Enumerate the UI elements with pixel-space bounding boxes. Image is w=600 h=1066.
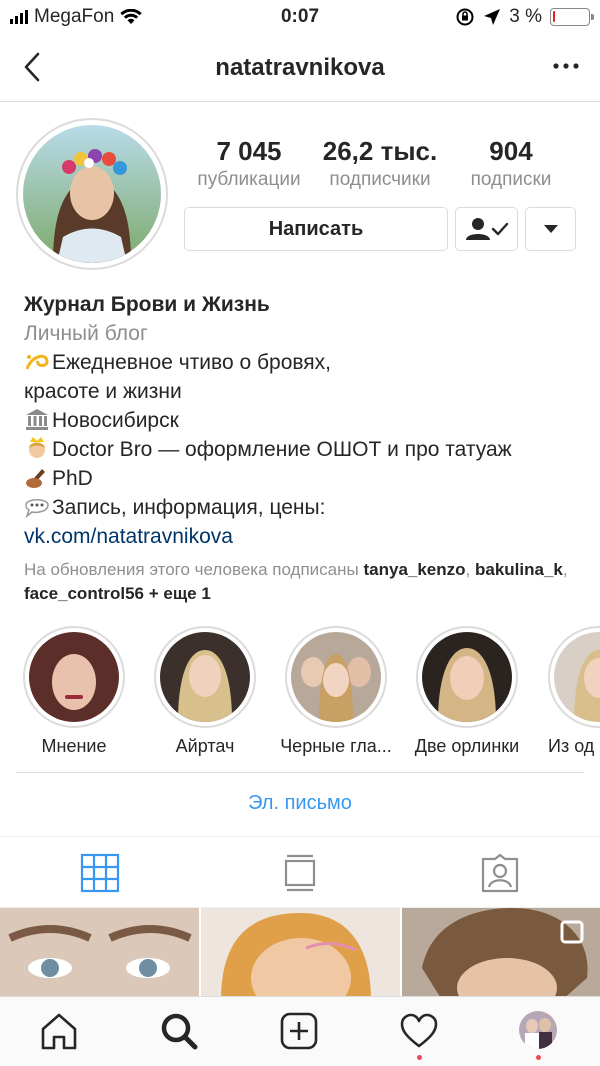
search-icon[interactable] bbox=[159, 1011, 199, 1051]
stat-followers[interactable]: 26,2 тыс. подписчики bbox=[315, 136, 445, 191]
orientation-lock-icon bbox=[456, 8, 474, 26]
stat-label: публикации bbox=[197, 169, 301, 190]
highlight-cover bbox=[422, 632, 512, 722]
bio-section: Журнал Брови и Жизнь Личный блог Ежеднев… bbox=[24, 290, 584, 551]
tagged-icon[interactable] bbox=[480, 853, 520, 893]
bio-line: Новосибирск bbox=[24, 406, 584, 435]
category-label: Личный блог bbox=[24, 322, 148, 345]
bio-line: Запись, информация, цены: bbox=[24, 493, 584, 522]
grid-icon[interactable] bbox=[80, 853, 120, 893]
status-bar: MegaFon 0:07 3 % bbox=[0, 0, 600, 34]
posts-grid bbox=[0, 908, 600, 1000]
bio-line: Doctor Bro — оформление ОШОТ и про татуа… bbox=[24, 435, 584, 464]
highlight-cover bbox=[554, 632, 600, 722]
highlight-cover bbox=[291, 632, 381, 722]
profile-stats: 7 045 публикации 26,2 тыс. подписчики 90… bbox=[184, 136, 576, 191]
feed-icon[interactable] bbox=[280, 853, 320, 893]
stat-posts[interactable]: 7 045 публикации bbox=[184, 136, 314, 191]
stat-label: подписки bbox=[470, 169, 552, 190]
battery-percent: 3 % bbox=[509, 6, 542, 27]
stat-value: 26,2 тыс. bbox=[322, 136, 438, 166]
add-icon[interactable] bbox=[279, 1011, 319, 1051]
princess-icon bbox=[29, 437, 45, 458]
triangle-down-icon bbox=[543, 225, 558, 233]
speech-balloon-icon bbox=[25, 499, 49, 518]
post-thumbnail[interactable] bbox=[0, 908, 199, 1000]
highlight-item[interactable]: Черные гла... bbox=[270, 626, 402, 757]
highlight-item[interactable]: Из од bbox=[532, 626, 600, 757]
highlight-item[interactable]: Айртач bbox=[139, 626, 271, 757]
profile-avatar[interactable] bbox=[519, 1011, 557, 1049]
highlight-label: Черные гла... bbox=[280, 736, 392, 756]
divider bbox=[16, 772, 584, 773]
heart-icon[interactable] bbox=[399, 1011, 439, 1051]
highlight-label: Две орлинки bbox=[414, 736, 520, 756]
stat-value: 904 bbox=[489, 136, 533, 166]
profile-tabs bbox=[0, 836, 600, 908]
stat-value: 7 045 bbox=[216, 136, 282, 166]
location-arrow-icon bbox=[484, 9, 501, 25]
profile-notification-dot bbox=[536, 1055, 541, 1060]
full-name: Журнал Брови и Жизнь bbox=[24, 293, 270, 316]
suggestions-dropdown-button[interactable] bbox=[525, 207, 576, 251]
writing-hand-icon bbox=[26, 469, 45, 488]
activity-notification-dot bbox=[417, 1055, 422, 1060]
following-button[interactable] bbox=[455, 207, 518, 251]
message-button[interactable]: Написать bbox=[184, 207, 448, 251]
dizzy-icon bbox=[25, 354, 49, 370]
bottom-navigation bbox=[0, 996, 600, 1066]
highlight-label: Айртач bbox=[175, 736, 235, 756]
avatar-photo bbox=[23, 125, 161, 263]
followed-by-text[interactable]: На обновления этого человека подписаны t… bbox=[24, 558, 584, 606]
story-highlights: Мнение Айртач Черные гла... Две орлинки … bbox=[0, 626, 600, 766]
post-thumbnail[interactable] bbox=[201, 908, 400, 1000]
highlight-cover bbox=[160, 632, 250, 722]
stat-label: подписчики bbox=[329, 169, 431, 190]
profile-header-nav: natatravnikova bbox=[0, 34, 600, 102]
classical-building-icon bbox=[26, 409, 48, 430]
home-icon[interactable] bbox=[39, 1011, 79, 1051]
post-thumbnail[interactable] bbox=[402, 908, 600, 1000]
bio-line: Ежедневное чтиво о бровях, bbox=[24, 348, 584, 377]
highlight-cover bbox=[29, 632, 119, 722]
highlight-item[interactable]: Мнение bbox=[8, 626, 140, 757]
highlight-label: Из од bbox=[548, 736, 595, 756]
email-button[interactable]: Эл. письмо bbox=[0, 792, 600, 815]
bio-line: PhD bbox=[24, 464, 584, 493]
battery-icon bbox=[550, 8, 594, 26]
stat-following[interactable]: 904 подписки bbox=[446, 136, 576, 191]
highlight-item[interactable]: Две орлинки bbox=[401, 626, 533, 757]
bio-line: красоте и жизни bbox=[24, 380, 182, 403]
highlight-label: Мнение bbox=[41, 736, 107, 756]
person-check-icon bbox=[465, 218, 508, 240]
username-title: natatravnikova bbox=[215, 54, 385, 81]
more-dots-icon[interactable] bbox=[552, 56, 580, 76]
website-link[interactable]: vk.com/natatravnikova bbox=[24, 522, 584, 551]
profile-avatar[interactable] bbox=[16, 118, 168, 270]
